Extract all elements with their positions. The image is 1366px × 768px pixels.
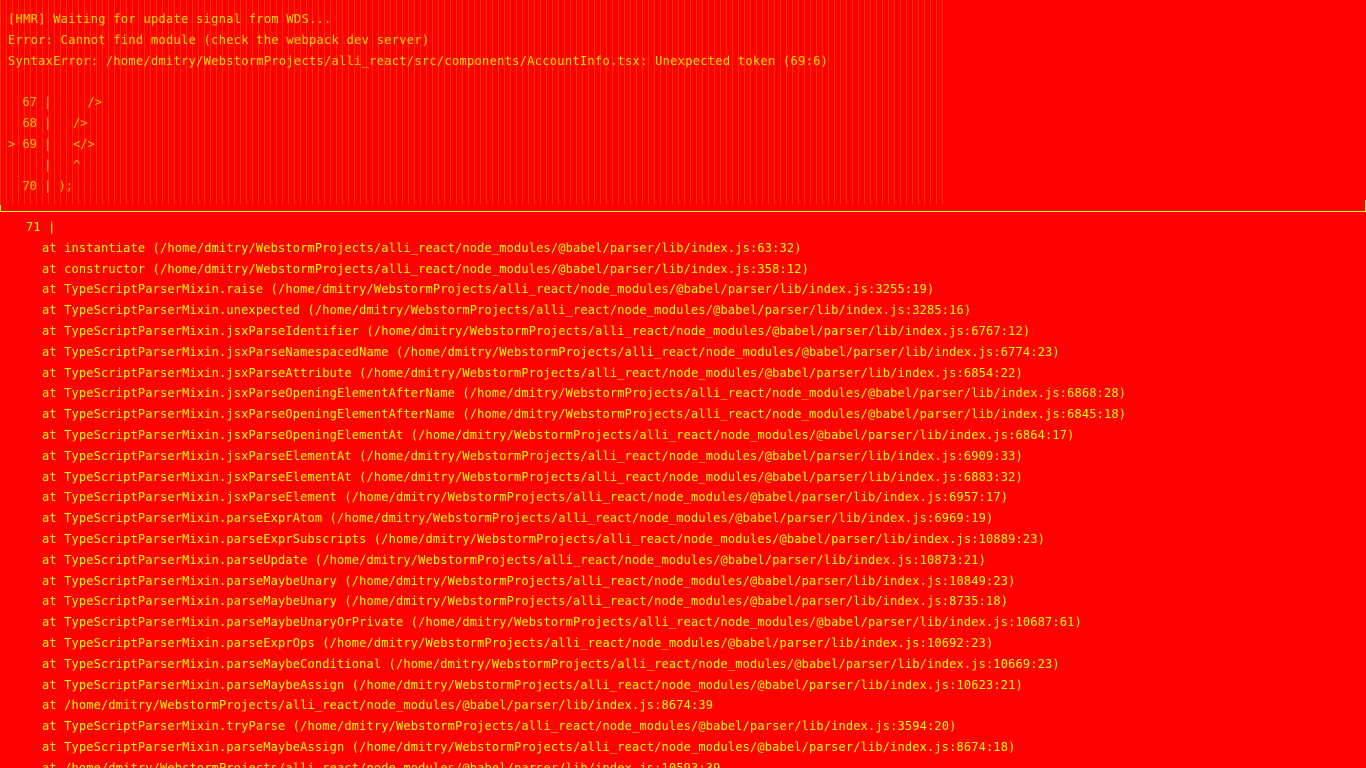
- code-frame-line: 67 | />: [8, 95, 102, 109]
- code-frame: 67 | /> 68 | /> > 69 | </> | ^ 70 | );: [8, 92, 208, 197]
- stack-frame: at TypeScriptParserMixin.jsxParseOpening…: [42, 407, 1127, 422]
- stack-frame: at TypeScriptParserMixin.jsxParseElement…: [42, 448, 1023, 463]
- stack-frame: at TypeScriptParserMixin.jsxParseElement…: [42, 490, 1009, 505]
- stack-frame: at TypeScriptParserMixin.parseMaybeUnary…: [42, 615, 1082, 630]
- stack-frame: at /home/dmitry/WebstormProjects/alli_re…: [42, 698, 714, 713]
- code-frame-line: 68 | />: [8, 116, 88, 130]
- stack-frame: at /home/dmitry/WebstormProjects/alli_re…: [42, 760, 721, 768]
- stack-frame: at constructor (/home/dmitry/WebstormPro…: [42, 261, 809, 276]
- code-frame-line: | ^: [8, 158, 81, 172]
- error-header: [HMR] Waiting for update signal from WDS…: [0, 0, 1366, 212]
- stack-frame: at TypeScriptParserMixin.jsxParseElement…: [42, 469, 1023, 484]
- error-message-line: SyntaxError: /home/dmitry/WebstormProjec…: [8, 54, 829, 68]
- error-overlay: [HMR] Waiting for update signal from WDS…: [0, 0, 1366, 768]
- stack-frame: at TypeScriptParserMixin.parseExprAtom (…: [42, 511, 994, 526]
- stack-frame: at TypeScriptParserMixin.raise (/home/dm…: [42, 282, 935, 297]
- stack-frame: at TypeScriptParserMixin.parseExprSubscr…: [42, 531, 1045, 546]
- stack-frame: at TypeScriptParserMixin.parseMaybeUnary…: [42, 573, 1016, 588]
- code-frame-line: > 69 | </>: [8, 137, 95, 151]
- line-marker: 71 |: [26, 220, 56, 234]
- stack-trace: 71 | at instantiate (/home/dmitry/Websto…: [0, 217, 1366, 768]
- stack-frame: at TypeScriptParserMixin.jsxParseOpening…: [42, 386, 1127, 401]
- stack-frame: at TypeScriptParserMixin.parseMaybeUnary…: [42, 594, 1009, 609]
- error-message-line: Error: Cannot find module (check the web…: [8, 33, 430, 47]
- stack-frame: at TypeScriptParserMixin.parseMaybeAssig…: [42, 677, 1023, 692]
- separator-tick: [1355, 200, 1366, 211]
- stack-frame: at TypeScriptParserMixin.parseUpdate (/h…: [42, 552, 986, 567]
- stack-frame: at TypeScriptParserMixin.parseMaybeAssig…: [42, 739, 1016, 754]
- error-message-line: [HMR] Waiting for update signal from WDS…: [8, 12, 332, 26]
- stack-frame: at TypeScriptParserMixin.parseMaybeCondi…: [42, 656, 1060, 671]
- stack-frame: at TypeScriptParserMixin.tryParse (/home…: [42, 719, 957, 734]
- separator-line: [0, 211, 1366, 212]
- stack-frame: at TypeScriptParserMixin.jsxParseIdentif…: [42, 323, 1031, 338]
- stack-frame: at TypeScriptParserMixin.jsxParseAttribu…: [42, 365, 1023, 380]
- stack-frame: at TypeScriptParserMixin.unexpected (/ho…: [42, 303, 972, 318]
- code-frame-line: 70 | );: [8, 179, 74, 193]
- stack-frame: at instantiate (/home/dmitry/WebstormPro…: [42, 240, 802, 255]
- error-message: [HMR] Waiting for update signal from WDS…: [8, 9, 1108, 72]
- stack-frame: at TypeScriptParserMixin.parseExprOps (/…: [42, 635, 994, 650]
- stack-frame: at TypeScriptParserMixin.jsxParseOpening…: [42, 427, 1075, 442]
- stack-frame: at TypeScriptParserMixin.jsxParseNamespa…: [42, 344, 1060, 359]
